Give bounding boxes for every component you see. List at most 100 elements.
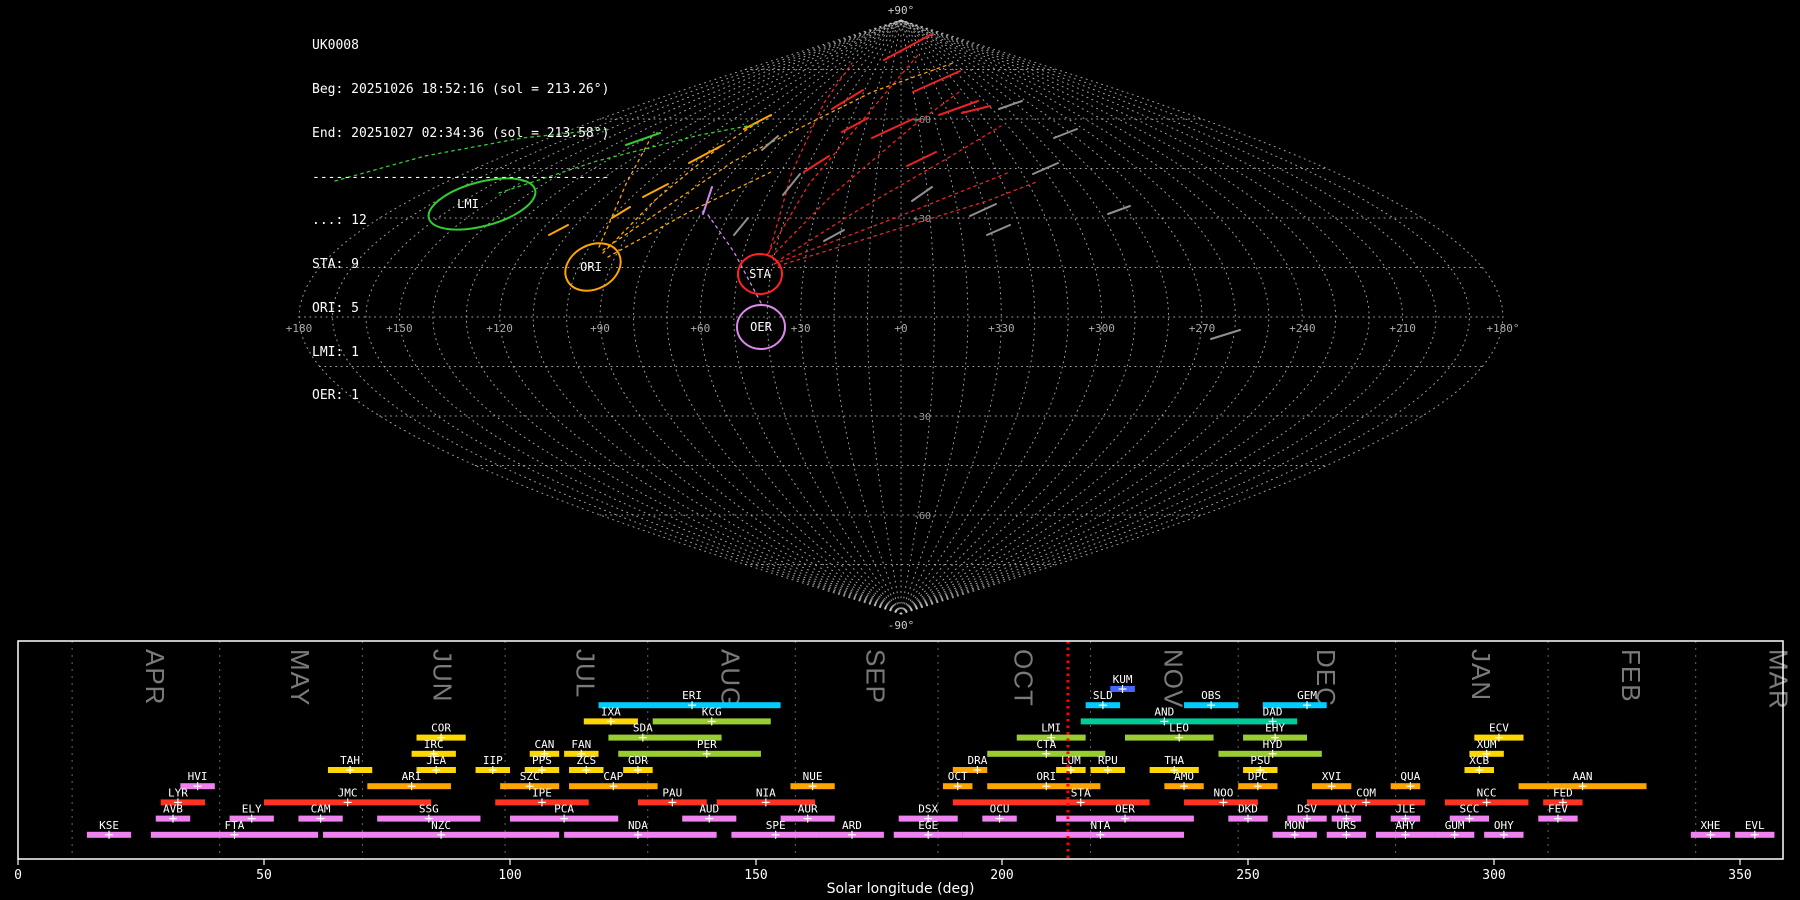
axis-tick-label: 100 — [498, 868, 521, 883]
session-begin: Beg: 20251026 18:52:16 (sol = 213.26°) — [312, 81, 610, 97]
shower-label: ZCS — [576, 754, 596, 767]
shower-label: NOO — [1213, 786, 1233, 799]
equator-label: +60 — [690, 322, 710, 335]
shower-label: OER — [1115, 803, 1135, 816]
meteor-trail — [911, 186, 933, 202]
shower-label: XVI — [1322, 770, 1342, 783]
count-ori: ORI: 5 — [312, 300, 359, 316]
meteor-trail — [1053, 128, 1078, 139]
shower-label: AND — [1154, 705, 1174, 718]
shower-label: NDA — [628, 819, 648, 832]
shower-label: PPS — [532, 754, 552, 767]
shower-label: LMI — [1041, 722, 1061, 735]
radiant-label-sta: STA — [749, 267, 771, 281]
shower-label: XHE — [1701, 819, 1721, 832]
meteor-trail — [823, 229, 845, 242]
meteor-trail — [841, 117, 869, 133]
shower-label: PAU — [662, 786, 682, 799]
axis-tick-label: 0 — [14, 868, 22, 883]
meteor-trail — [642, 183, 669, 198]
shower-label: EHY — [1265, 722, 1285, 735]
shower-label: IIP — [483, 754, 503, 767]
activity-timeline: APR MAY JUN JUL AUG SEP OCT NOV DEC JAN FEB MARKUME… — [14, 640, 1794, 897]
shower-label: EVL — [1745, 819, 1765, 832]
shower-label: ELY — [242, 803, 262, 816]
shower-label: NCC — [1477, 786, 1497, 799]
shower-label: XUM — [1477, 738, 1497, 751]
meteor-trail — [938, 100, 979, 116]
meteor-trail — [625, 132, 661, 146]
shower-label: ARD — [842, 819, 862, 832]
session-end: End: 20251027 02:34:36 (sol = 213.58°) — [312, 125, 610, 141]
shower-label: GUM — [1445, 819, 1465, 832]
month-label: FEB — [1616, 649, 1646, 703]
radiant-map-screen: +90° -90° +180 +150 +120 +90 +60 +30 +0 +330 +300 +… — [0, 0, 1800, 900]
meteor-trail — [1210, 329, 1241, 340]
count-sporadic: ...: 12 — [312, 213, 367, 229]
session-info: UK0008 Beg: 20251026 18:52:16 (sol = 213… — [312, 10, 609, 433]
shower-label: PSU — [1250, 754, 1270, 767]
shower-label: NZC — [431, 819, 451, 832]
pole-label-north: +90° — [888, 4, 915, 17]
shower-label: AMO — [1174, 770, 1194, 783]
axis-tick-label: 200 — [990, 868, 1013, 883]
month-label: AUG — [716, 649, 746, 708]
equator-label: +30 — [791, 322, 811, 335]
pole-label-south: -90° — [888, 619, 915, 632]
shower-label: KSE — [99, 819, 119, 832]
shower-label: SLD — [1093, 689, 1113, 702]
equator-label: +240 — [1289, 322, 1316, 335]
latitude-label: -60 — [913, 511, 931, 522]
month-label: APR — [140, 649, 170, 705]
plot-canvas: +90°-90°+180 +150 +120 +90 +60 +30 +0 +330 +300 +… — [14, 4, 1794, 897]
grid-meridian — [900, 19, 1203, 615]
axis-tick-label: 300 — [1482, 868, 1505, 883]
latitude-label: -30 — [913, 412, 931, 423]
axis-tick-label: 50 — [256, 868, 272, 883]
shower-label: LEO — [1169, 722, 1189, 735]
meteor-great-circle — [777, 180, 1040, 267]
meteor-trail — [688, 145, 722, 164]
shower-label: GDR — [628, 754, 648, 767]
month-label: JAN — [1466, 649, 1496, 701]
shower-label: COM — [1356, 786, 1376, 799]
axis-tick-label: 150 — [744, 868, 767, 883]
shower-label: HVI — [188, 770, 208, 783]
shower-label: EGE — [918, 819, 938, 832]
shower-label: MON — [1285, 819, 1305, 832]
count-sta: STA: 9 — [312, 257, 359, 273]
shower-label: DAD — [1263, 705, 1283, 718]
shower-label: JMC — [338, 786, 358, 799]
shower-label: URS — [1336, 819, 1356, 832]
shower-label: COR — [431, 722, 451, 735]
shower-label: DPC — [1248, 770, 1268, 783]
station-id: UK0008 — [312, 38, 359, 54]
shower-label: ECV — [1489, 722, 1509, 735]
divider: -------------------------------------- — [312, 169, 610, 185]
shower-bar-nta — [962, 831, 1185, 838]
shower-label: PER — [697, 738, 717, 751]
shower-label: LUM — [1061, 754, 1081, 767]
shower-label: ORI — [1036, 770, 1056, 783]
shower-label: DSV — [1297, 803, 1317, 816]
month-label: NOV — [1158, 649, 1188, 708]
equator-label: +330 — [988, 322, 1015, 335]
equator-label: +300 — [1088, 322, 1115, 335]
shower-label: LYR — [168, 786, 188, 799]
axis-tick-label: 350 — [1728, 868, 1751, 883]
axis-tick-label: 250 — [1236, 868, 1259, 883]
shower-label: OCU — [990, 803, 1010, 816]
meteor-great-circle — [768, 62, 853, 254]
shower-label: OCT — [948, 770, 968, 783]
shower-label: JEA — [426, 754, 446, 767]
shower-label: DKD — [1238, 803, 1258, 816]
shower-label: AUR — [798, 803, 818, 816]
shower-label: NIA — [756, 786, 776, 799]
shower-label: IRC — [424, 738, 444, 751]
shower-label: SSG — [419, 803, 439, 816]
chart-frame — [17, 640, 1784, 860]
meteor-trail — [743, 114, 772, 130]
meteor-trail — [998, 100, 1023, 110]
month-label: OCT — [1008, 649, 1038, 707]
meteor-trail — [733, 217, 749, 236]
